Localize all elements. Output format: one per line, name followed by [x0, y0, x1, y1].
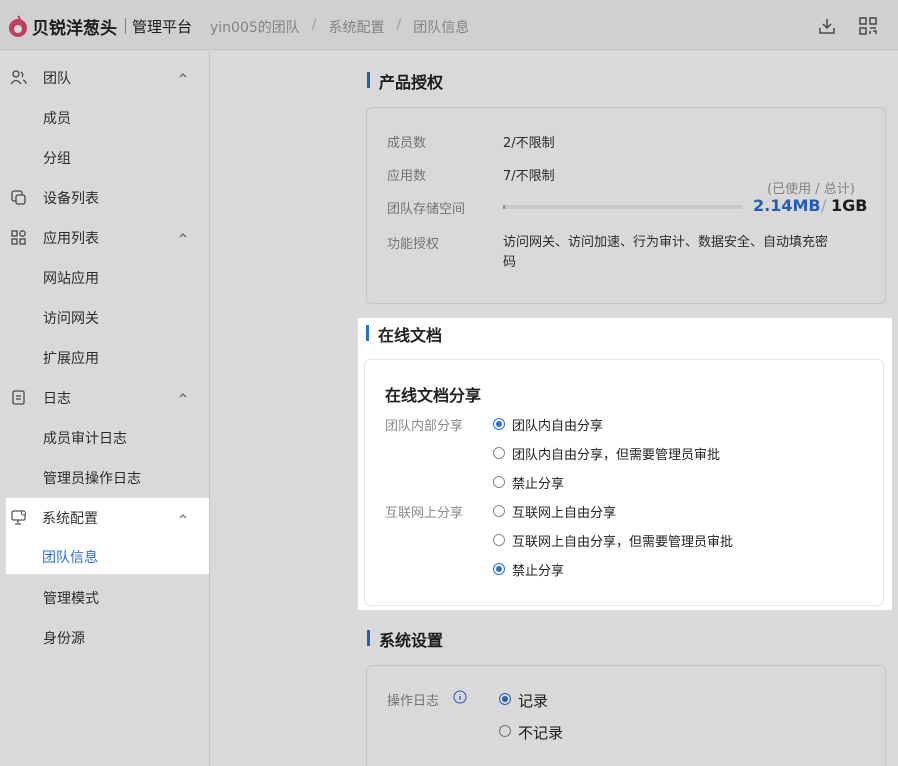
chevron-up-icon — [179, 514, 187, 519]
storage-label: 团队存储空间 — [387, 202, 466, 217]
sidebar-item-label: 团队信息 — [42, 550, 98, 566]
sidebar-item-label: 成员 — [43, 111, 71, 127]
apps-value: 7/不限制 — [503, 169, 555, 184]
internet-radio-free[interactable] — [493, 505, 505, 517]
storage-caption: (已使用 / 总计) — [767, 182, 855, 197]
highlight-sidebar-system-config: 系统配置 团队信息 — [6, 498, 209, 574]
sidebar-item-members[interactable]: 成员 — [0, 97, 210, 137]
platform-name: 管理平台 — [132, 18, 193, 36]
sidebar-item-label: 访问网关 — [43, 311, 99, 327]
section-title-system: 系统设置 — [367, 627, 443, 651]
sidebar-item-label: 管理员操作日志 — [43, 471, 141, 487]
breadcrumb-separator: / — [396, 17, 402, 33]
internet-option-free[interactable]: 互联网上自由分享 — [512, 502, 616, 521]
sidebar-item-member-audit-log[interactable]: 成员审计日志 — [0, 417, 210, 457]
sidebar-item-label: 成员审计日志 — [43, 431, 127, 447]
internet-radio-approval[interactable] — [493, 534, 505, 546]
brand-name: 贝锐洋葱头 — [32, 19, 117, 39]
sidebar-item-label: 日志 — [43, 391, 71, 407]
internet-radio-forbid[interactable] — [493, 563, 505, 575]
internal-option-forbid[interactable]: 禁止分享 — [512, 473, 564, 492]
features-label: 功能授权 — [387, 237, 440, 252]
sidebar-item-apps[interactable]: 应用列表 — [0, 217, 210, 257]
breadcrumb-team-info: 团队信息 — [413, 20, 470, 36]
chevron-up-icon — [179, 73, 187, 78]
doc-sharing-title: 在线文档分享 — [385, 386, 482, 405]
internal-radio-forbid[interactable] — [493, 476, 505, 488]
chevron-up-icon — [179, 393, 187, 398]
oplog-radio-record[interactable] — [499, 693, 511, 705]
sidebar-item-team-info[interactable]: 团队信息 — [0, 538, 210, 578]
members-label: 成员数 — [387, 136, 427, 151]
internet-option-forbid[interactable]: 禁止分享 — [512, 560, 564, 579]
sidebar-item-groups[interactable]: 分组 — [0, 137, 210, 177]
sidebar-item-web-apps[interactable]: 网站应用 — [0, 257, 210, 297]
sidebar-item-gateway[interactable]: 访问网关 — [0, 297, 210, 337]
internet-share-label: 互联网上分享 — [385, 506, 464, 521]
apps-icon — [11, 230, 26, 245]
download-icon[interactable] — [817, 16, 837, 36]
internal-option-free[interactable]: 团队内自由分享 — [512, 415, 603, 434]
storage-separator: / — [821, 196, 827, 215]
monitor-settings-icon — [11, 510, 26, 525]
internal-option-approval[interactable]: 团队内自由分享，但需要管理员审批 — [512, 444, 720, 463]
storage-used: 2.14MB — [753, 196, 821, 215]
storage-usage-fill — [503, 205, 506, 209]
license-card: 成员数 2/不限制 应用数 7/不限制 (已使用 / 总计) 团队存储空间 2.… — [366, 107, 886, 304]
sidebar-item-admin-mode[interactable]: 管理模式 — [0, 577, 210, 617]
log-icon — [12, 390, 25, 405]
sidebar-item-system-config[interactable]: 系统配置 — [0, 498, 210, 538]
sidebar-item-label: 管理模式 — [43, 591, 99, 607]
team-icon — [10, 70, 27, 85]
storage-caption-used: 已使用 — [772, 182, 812, 197]
storage-caption-total: 总计 — [823, 182, 850, 197]
device-icon — [11, 190, 26, 205]
sidebar-item-team[interactable]: 团队 — [0, 57, 210, 97]
sidebar-item-logs[interactable]: 日志 — [0, 377, 210, 417]
brand-divider — [125, 18, 126, 34]
oplog-option-no-record[interactable]: 不记录 — [518, 722, 563, 743]
sidebar-item-label: 系统配置 — [42, 511, 98, 527]
sidebar-item-label: 分组 — [43, 151, 71, 167]
oplog-option-record[interactable]: 记录 — [518, 690, 548, 711]
top-header: 贝锐洋葱头 管理平台 yin005的团队 / 系统配置 / 团队信息 — [0, 0, 898, 50]
members-value: 2/不限制 — [503, 136, 555, 151]
section-title-license: 产品授权 — [367, 69, 443, 93]
features-value-line1: 访问网关、访问加速、行为审计、数据安全、自动填充密 — [503, 235, 829, 250]
section-title-online-docs: 在线文档 — [366, 322, 442, 346]
features-value-line2: 码 — [503, 255, 517, 270]
sidebar: 团队 成员 分组 设备列表 应用列表 网站应用 访问网关 扩展应用 日志 成员审… — [0, 51, 210, 766]
internal-radio-approval[interactable] — [493, 447, 505, 459]
breadcrumb: yin005的团队 / 系统配置 / 团队信息 — [210, 17, 469, 37]
info-icon[interactable] — [453, 690, 467, 704]
sidebar-item-extensions[interactable]: 扩展应用 — [0, 337, 210, 377]
oplog-label: 操作日志 — [387, 694, 440, 709]
sidebar-item-label: 网站应用 — [43, 271, 99, 287]
storage-total: 1GB — [831, 196, 868, 215]
internal-radio-free[interactable] — [493, 418, 505, 430]
breadcrumb-system-config[interactable]: 系统配置 — [329, 17, 385, 37]
sidebar-item-label: 应用列表 — [43, 231, 99, 247]
internet-option-approval[interactable]: 互联网上自由分享，但需要管理员审批 — [512, 531, 733, 550]
sidebar-item-label: 扩展应用 — [43, 351, 99, 367]
features-value: 访问网关、访问加速、行为审计、数据安全、自动填充密码 — [503, 233, 873, 273]
sidebar-item-label: 设备列表 — [43, 191, 99, 207]
sidebar-item-admin-log[interactable]: 管理员操作日志 — [0, 457, 210, 497]
doc-sharing-card: 在线文档分享 团队内部分享 团队内自由分享 团队内自由分享，但需要管理员审批 禁… — [364, 359, 884, 606]
sidebar-item-identity-source[interactable]: 身份源 — [0, 617, 210, 657]
internal-share-label: 团队内部分享 — [385, 419, 464, 434]
chevron-up-icon — [179, 233, 187, 238]
oplog-radio-no-record[interactable] — [499, 725, 511, 737]
apps-label: 应用数 — [387, 169, 427, 184]
sidebar-item-devices[interactable]: 设备列表 — [0, 177, 210, 217]
storage-usage-bar — [503, 205, 743, 209]
system-settings-card: 操作日志 记录 不记录 — [366, 665, 886, 766]
qr-code-icon[interactable] — [858, 16, 878, 36]
breadcrumb-separator: / — [311, 17, 317, 33]
sidebar-item-label: 身份源 — [43, 631, 85, 647]
onion-logo-icon — [9, 15, 27, 37]
breadcrumb-team[interactable]: yin005的团队 — [210, 17, 300, 37]
sidebar-item-label: 团队 — [43, 71, 71, 87]
highlight-online-docs: 在线文档 在线文档分享 团队内部分享 团队内自由分享 团队内自由分享，但需要管理… — [358, 318, 892, 610]
